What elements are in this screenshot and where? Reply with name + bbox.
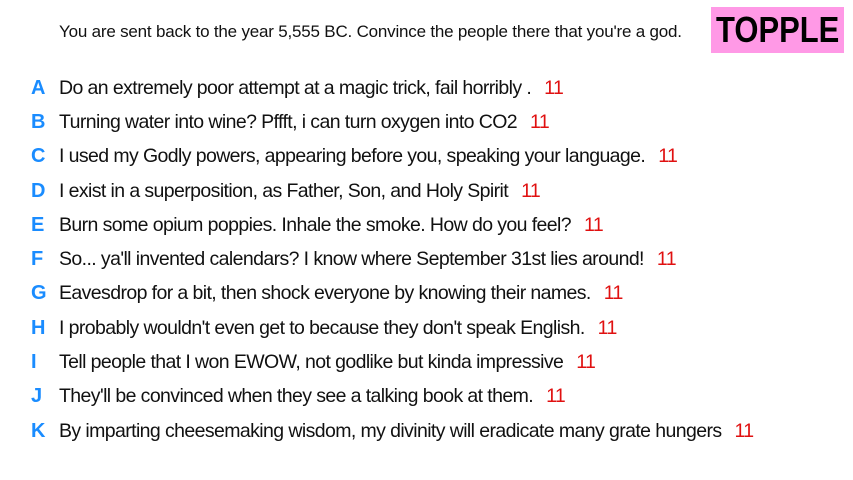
response-list: A Do an extremely poor attempt at a magi… bbox=[0, 71, 853, 448]
response-count: 11 bbox=[734, 419, 755, 442]
response-text: I exist in a superposition, as Father, S… bbox=[59, 179, 509, 202]
response-row: C I used my Godly powers, appearing befo… bbox=[0, 140, 853, 174]
response-row: A Do an extremely poor attempt at a magi… bbox=[0, 71, 853, 105]
response-letter: H bbox=[31, 316, 46, 339]
response-text: Eavesdrop for a bit, then shock everyone… bbox=[59, 282, 591, 305]
response-count: 11 bbox=[584, 213, 604, 236]
response-row: E Burn some opium poppies. Inhale the sm… bbox=[0, 208, 853, 242]
response-text: I probably wouldn't even get to because … bbox=[59, 316, 585, 339]
response-letter: B bbox=[31, 110, 46, 133]
response-letter: F bbox=[31, 248, 44, 271]
response-count: 11 bbox=[546, 385, 566, 408]
response-count: 11 bbox=[658, 145, 678, 168]
response-row: J They'll be convinced when they see a t… bbox=[0, 380, 853, 414]
topple-badge-label: TOPPLE bbox=[715, 9, 840, 50]
response-letter: I bbox=[31, 351, 37, 374]
response-row: B Turning water into wine? Pffft, i can … bbox=[0, 105, 853, 139]
response-row: D I exist in a superposition, as Father,… bbox=[0, 174, 853, 208]
response-text: Do an extremely poor attempt at a magic … bbox=[59, 76, 532, 99]
response-count: 11 bbox=[521, 179, 541, 202]
response-letter: A bbox=[31, 76, 46, 99]
response-row: G Eavesdrop for a bit, then shock everyo… bbox=[0, 277, 853, 311]
topple-badge: TOPPLE bbox=[711, 7, 844, 53]
response-text: Tell people that I won EWOW, not godlike… bbox=[59, 351, 564, 374]
response-count: 11 bbox=[603, 282, 624, 305]
response-letter: E bbox=[31, 213, 45, 236]
response-text: Turning water into wine? Pffft, i can tu… bbox=[59, 110, 518, 133]
response-count: 11 bbox=[544, 76, 564, 99]
response-count: 11 bbox=[576, 351, 596, 374]
response-text: By imparting cheesemaking wisdom, my div… bbox=[59, 419, 722, 442]
prompt-text: You are sent back to the year 5,555 BC. … bbox=[59, 22, 682, 41]
response-count: 11 bbox=[530, 110, 550, 133]
response-text: I used my Godly powers, appearing before… bbox=[59, 145, 646, 168]
response-letter: D bbox=[31, 179, 46, 202]
response-count: 11 bbox=[656, 248, 677, 271]
response-row: H I probably wouldn't even get to becaus… bbox=[0, 311, 853, 345]
response-letter: K bbox=[31, 419, 46, 442]
response-letter: G bbox=[31, 282, 47, 305]
response-row: I Tell people that I won EWOW, not godli… bbox=[0, 345, 853, 379]
response-text: They'll be convinced when they see a tal… bbox=[59, 385, 534, 408]
response-text: Burn some opium poppies. Inhale the smok… bbox=[59, 213, 572, 236]
response-row: F So... ya'll invented calendars? I know… bbox=[0, 242, 853, 276]
response-row: K By imparting cheesemaking wisdom, my d… bbox=[0, 414, 853, 448]
response-text: So... ya'll invented calendars? I know w… bbox=[59, 248, 644, 271]
response-count: 11 bbox=[597, 316, 618, 339]
response-letter: J bbox=[31, 385, 43, 408]
response-letter: C bbox=[31, 145, 46, 168]
